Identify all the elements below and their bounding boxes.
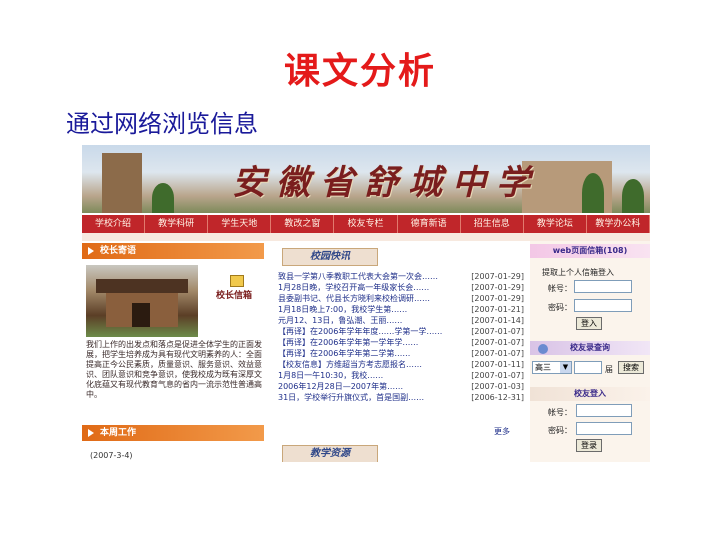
news-list: 致县一学第八季教职工代表大会第一次会…… [2007-01-29] 1月28日晚，学… [278, 271, 524, 403]
school-name: 安徽省舒城中学 [232, 163, 540, 203]
news-header: 校园快讯 [282, 248, 378, 266]
news-title[interactable]: 2006年12月28日—2007年第…… [278, 381, 454, 392]
news-title[interactable]: 【再译】在2006年学年第一学年学…… [278, 337, 454, 348]
news-title[interactable]: 县委副书记、代县长方晓利来校检调研…… [278, 293, 454, 304]
news-date: [2007-01-11] [471, 360, 524, 369]
tree [582, 173, 604, 213]
news-row[interactable]: 【再译】在2006年学年第二学第…… [2007-01-07] [278, 348, 524, 359]
login-prompt: 提取上个人信箱登入 [542, 268, 614, 277]
account-label: 帐号： [548, 284, 572, 293]
news-row[interactable]: 县委副书记、代县长方晓利来校检调研…… [2007-01-29] [278, 293, 524, 304]
alumni-search-header: 校友录查询 [530, 341, 650, 355]
menu-item[interactable]: 学生天地 [208, 215, 272, 233]
slide-subtitle: 通过网络浏览信息 [66, 110, 258, 138]
alumni-account-input[interactable] [576, 404, 632, 417]
news-date: [2006-12-31] [471, 393, 524, 402]
photo-roof [96, 279, 188, 293]
photo-door [132, 303, 150, 327]
menu-item[interactable]: 招生信息 [461, 215, 524, 233]
news-date: [2007-01-29] [471, 272, 524, 281]
news-row[interactable]: 1月8日一午10:30，我校…… [2007-01-07] [278, 370, 524, 381]
news-date: [2007-01-29] [471, 283, 524, 292]
search-button[interactable]: 搜索 [618, 361, 644, 374]
news-row[interactable]: 【再译】在2006年学年第一学年学…… [2007-01-07] [278, 337, 524, 348]
news-date: [2007-01-14] [471, 316, 524, 325]
principal-message: 我们上作的出发点和落点是促进全体学生的正面发展，把学生培养成为具有现代文明素养的… [86, 340, 262, 399]
slide-title: 课文分析 [283, 51, 436, 92]
week-work-header: 本周工作 [82, 425, 264, 441]
alumni-account-label: 帐号： [548, 408, 572, 417]
class-select-value: 高三 [535, 363, 551, 372]
account-input[interactable] [574, 280, 632, 293]
news-title[interactable]: 【再译】在2006年学年第二学第…… [278, 348, 454, 359]
tree [152, 183, 174, 213]
news-date: [2007-01-07] [471, 349, 524, 358]
alumni-login-button[interactable]: 登录 [576, 439, 602, 452]
news-row[interactable]: 【校友信息】方维超当方考志愿报名…… [2007-01-11] [278, 359, 524, 370]
news-title[interactable]: 1月8日一午10:30，我校…… [278, 370, 454, 381]
news-title[interactable]: 31日，学校举行升旗仪式，首是国副…… [278, 392, 454, 403]
password-label: 密码： [548, 303, 572, 312]
news-date: [2007-01-03] [471, 382, 524, 391]
news-title[interactable]: 元月12、13日，鲁弘潮、王丽…… [278, 315, 454, 326]
class-select[interactable]: 高三 ▼ [532, 361, 572, 374]
news-title[interactable]: 1月28日晚，学校召开高一年级家长会…… [278, 282, 454, 293]
login-button[interactable]: 登入 [576, 317, 602, 330]
news-title[interactable]: 致县一学第八季教职工代表大会第一次会…… [278, 271, 454, 282]
resource-header: 教学资源 [282, 445, 378, 462]
gate-building [102, 153, 142, 213]
principal-mailbox-link[interactable]: 校长信箱 [216, 288, 252, 301]
menu-item[interactable]: 教改之窗 [271, 215, 335, 233]
menu-item[interactable]: 校友专栏 [334, 215, 398, 233]
divider [82, 233, 650, 241]
password-input[interactable] [574, 299, 632, 312]
alumni-password-label: 密码： [548, 426, 572, 435]
website-screenshot: 安徽省舒城中学 学校介绍 教学科研 学生天地 教改之窗 校友专栏 德育新语 招生… [82, 145, 650, 462]
more-link[interactable]: 更多 [494, 426, 510, 437]
mail-icon[interactable] [230, 275, 244, 287]
week-date: (2007-3-4) [90, 451, 133, 460]
chevron-down-icon: ▼ [560, 362, 571, 373]
arrow-icon [88, 247, 94, 255]
site-banner: 安徽省舒城中学 [82, 145, 650, 213]
alumni-search-label: 校友录查询 [570, 343, 610, 352]
principal-header-label: 校长寄语 [100, 246, 137, 256]
news-row[interactable]: 1月28日晚，学校召开高一年级家长会…… [2007-01-29] [278, 282, 524, 293]
mailbox-header: web页面信箱(108) [530, 244, 650, 258]
news-row[interactable]: 1月18日晚上7:00，我校学生第…… [2007-01-21] [278, 304, 524, 315]
news-row[interactable]: 【再译】在2006年学年年度……学第一学…… [2007-01-07] [278, 326, 524, 337]
tree [622, 179, 644, 213]
week-work-label: 本周工作 [100, 428, 137, 438]
news-row[interactable]: 31日，学校举行升旗仪式，首是国副…… [2006-12-31] [278, 392, 524, 403]
news-row[interactable]: 元月12、13日，鲁弘潮、王丽…… [2007-01-14] [278, 315, 524, 326]
news-title[interactable]: 【校友信息】方维超当方考志愿报名…… [278, 359, 454, 370]
news-row[interactable]: 2006年12月28日—2007年第…… [2007-01-03] [278, 381, 524, 392]
school-photo [86, 265, 198, 337]
news-date: [2007-01-07] [471, 371, 524, 380]
menu-item[interactable]: 教学论坛 [524, 215, 587, 233]
news-title[interactable]: 1月18日晚上7:00，我校学生第…… [278, 304, 454, 315]
principal-header: 校长寄语 [82, 243, 264, 259]
news-date: [2007-01-07] [471, 327, 524, 336]
grade-suffix: 届 [605, 365, 613, 374]
menu-item[interactable]: 教学办公科 [587, 215, 650, 233]
menu-item[interactable]: 德育新语 [398, 215, 461, 233]
main-menu: 学校介绍 教学科研 学生天地 教改之窗 校友专栏 德育新语 招生信息 教学论坛 … [82, 215, 650, 233]
news-date: [2007-01-21] [471, 305, 524, 314]
user-icon [538, 344, 548, 354]
alumni-password-input[interactable] [576, 422, 632, 435]
menu-item[interactable]: 学校介绍 [82, 215, 146, 233]
news-row[interactable]: 致县一学第八季教职工代表大会第一次会…… [2007-01-29] [278, 271, 524, 282]
news-date: [2007-01-07] [471, 338, 524, 347]
alumni-login-header: 校友登入 [530, 387, 650, 401]
year-input[interactable] [574, 361, 602, 374]
arrow-icon [88, 429, 94, 437]
news-date: [2007-01-29] [471, 294, 524, 303]
news-title[interactable]: 【再译】在2006年学年年度……学第一学…… [278, 326, 454, 337]
menu-item[interactable]: 教学科研 [145, 215, 209, 233]
